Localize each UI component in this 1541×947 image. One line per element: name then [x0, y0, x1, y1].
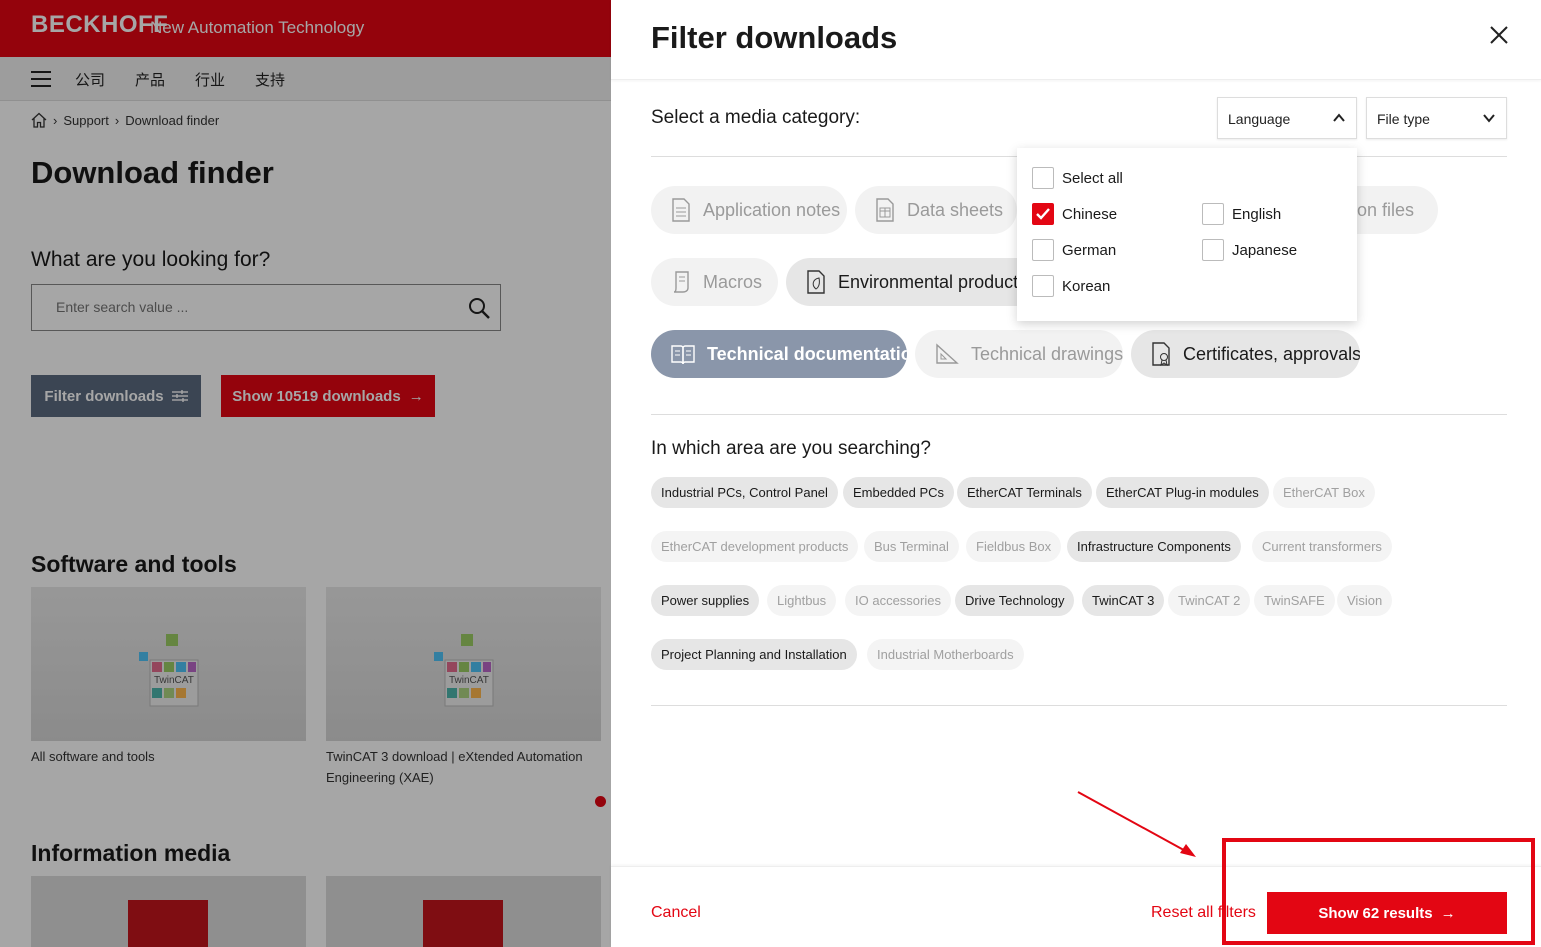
area-tag[interactable]: Vision [1337, 585, 1393, 616]
area-tag[interactable]: Industrial PCs, Control Panel [651, 477, 838, 508]
scroll-icon [673, 271, 689, 293]
area-tag[interactable]: EtherCAT Plug-in modules [1096, 477, 1269, 508]
category-certificates[interactable]: Certificates, approvals [1131, 330, 1360, 378]
leaf-document-icon [807, 270, 825, 294]
language-select-label: Language [1228, 111, 1291, 127]
area-tag[interactable]: TwinCAT 2 [1168, 585, 1251, 616]
divider [651, 705, 1507, 706]
modal-overlay[interactable] [0, 0, 611, 947]
file-type-select-label: File type [1377, 111, 1430, 127]
area-tag[interactable]: EtherCAT development products [651, 531, 859, 562]
area-tag[interactable]: TwinSAFE [1254, 585, 1335, 616]
option-label: Japanese [1232, 241, 1298, 259]
language-option-japanese[interactable]: Japanese [1202, 239, 1297, 261]
close-icon[interactable] [1489, 25, 1509, 45]
drawer-header: Filter downloads [611, 0, 1541, 80]
area-label: In which area are you searching? [651, 438, 931, 459]
area-tag[interactable]: Lightbus [767, 585, 837, 616]
chevron-up-icon [1333, 113, 1345, 122]
category-technical-documentations[interactable]: Technical documentations [651, 330, 907, 378]
checkbox-checked[interactable] [1032, 203, 1054, 225]
category-label: tion files [1347, 199, 1414, 220]
certificate-icon [1152, 342, 1170, 366]
category-label: Certificates, approvals [1183, 343, 1360, 364]
area-tag[interactable]: Fieldbus Box [966, 531, 1062, 562]
checkbox[interactable] [1032, 275, 1054, 297]
divider [651, 414, 1507, 415]
language-dropdown-panel: Select all Chinese English German Japane… [1017, 148, 1357, 321]
language-option-german[interactable]: German [1032, 239, 1116, 261]
language-option-korean[interactable]: Korean [1032, 275, 1110, 297]
option-label: Korean [1062, 277, 1111, 295]
document-icon [672, 198, 690, 222]
file-type-select[interactable]: File type [1366, 97, 1507, 139]
language-option-select-all[interactable]: Select all [1032, 167, 1123, 189]
category-label: Environmental product co [838, 271, 1017, 292]
option-label: English [1232, 205, 1282, 223]
filter-drawer: Filter downloads Select a media category… [611, 0, 1541, 947]
area-tag[interactable]: Industrial Motherboards [867, 639, 1024, 670]
option-label: Select all [1062, 169, 1123, 187]
category-label: Data sheets [907, 199, 1004, 220]
category-label: Technical drawings [971, 343, 1123, 364]
annotation-arrow [1077, 791, 1196, 857]
checkmark-icon [1036, 208, 1050, 220]
category-label: Technical documentations [707, 343, 907, 364]
drawer-title: Filter downloads [651, 20, 898, 55]
language-option-chinese[interactable]: Chinese [1032, 203, 1117, 225]
category-technical-drawings[interactable]: Technical drawings [915, 330, 1123, 378]
category-data-sheets[interactable]: Data sheets [855, 186, 1017, 234]
book-icon [671, 345, 695, 365]
checkbox[interactable] [1032, 239, 1054, 261]
language-select[interactable]: Language [1217, 97, 1357, 139]
area-tag[interactable]: Bus Terminal [864, 531, 959, 562]
category-environmental-product[interactable]: Environmental product co [786, 258, 1017, 306]
area-tag[interactable]: Embedded PCs [843, 477, 955, 508]
media-category-label: Select a media category: [651, 107, 861, 128]
category-application-notes[interactable]: Application notes [651, 186, 847, 234]
area-tag[interactable]: Project Planning and Installation [651, 639, 857, 670]
annotation-highlight-box [1222, 838, 1535, 945]
cancel-button[interactable]: Cancel [651, 904, 701, 922]
checkbox[interactable] [1202, 203, 1224, 225]
set-square-icon [936, 343, 959, 364]
datasheet-icon [876, 198, 894, 222]
area-tag[interactable]: TwinCAT 3 [1082, 585, 1165, 616]
option-label: German [1062, 241, 1117, 259]
area-tag[interactable]: EtherCAT Terminals [957, 477, 1092, 508]
area-tag[interactable]: EtherCAT Box [1273, 477, 1375, 508]
option-label: Chinese [1062, 205, 1118, 223]
area-tag[interactable]: Drive Technology [955, 585, 1075, 616]
chevron-down-icon [1483, 114, 1495, 123]
language-option-english[interactable]: English [1202, 203, 1281, 225]
checkbox[interactable] [1032, 167, 1054, 189]
area-tag[interactable]: IO accessories [845, 585, 951, 616]
category-macros[interactable]: Macros [651, 258, 778, 306]
area-tag[interactable]: Power supplies [651, 585, 760, 616]
category-label: Macros [703, 271, 763, 292]
area-tag[interactable]: Current transformers [1252, 531, 1392, 562]
checkbox[interactable] [1202, 239, 1224, 261]
category-label: Application notes [703, 199, 841, 220]
area-tag[interactable]: Infrastructure Components [1067, 531, 1241, 562]
